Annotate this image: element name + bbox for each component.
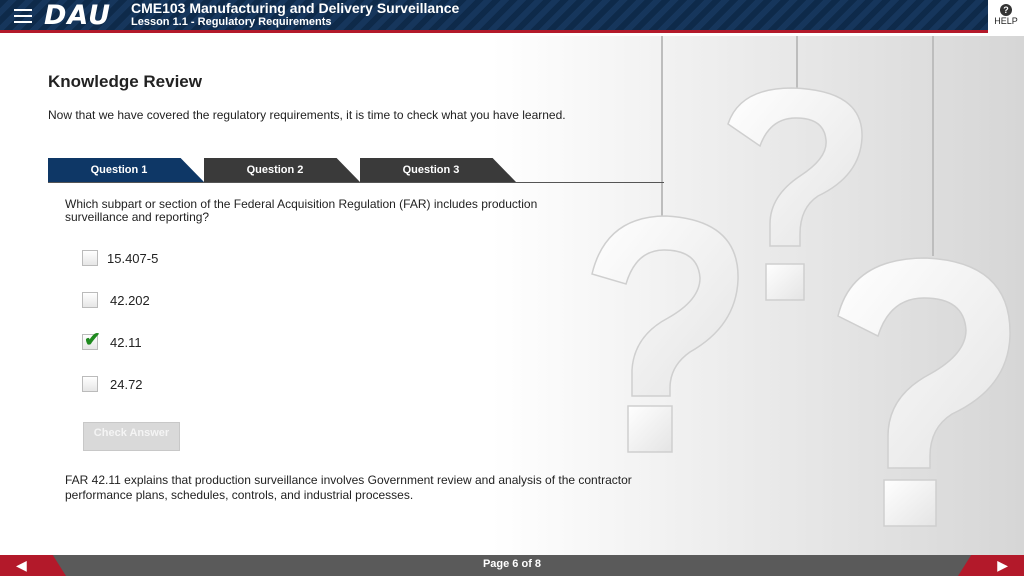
tab-question-3[interactable]: Question 3 [360, 158, 516, 182]
help-button[interactable]: ? HELP [988, 0, 1024, 33]
navigation-footer: ◀ Page 6 of 8 ▶ [0, 555, 1024, 576]
checkbox-checked[interactable]: ✔ [82, 329, 101, 351]
page-indicator: Page 6 of 8 [482, 558, 542, 570]
page-title: Knowledge Review [48, 72, 202, 91]
question-mark-shape [727, 87, 863, 301]
option-label: 15.407-5 [107, 251, 159, 266]
question-text: Which subpart or section of the Federal … [65, 197, 538, 224]
checkbox[interactable] [82, 292, 98, 308]
help-label: HELP [994, 16, 1018, 26]
option-label: 24.72 [110, 377, 143, 392]
option-label: 42.11 [110, 335, 142, 350]
hamburger-menu-icon[interactable] [14, 9, 32, 24]
question-mark-shape [837, 257, 1011, 527]
arrow-right-icon: ▶ [997, 557, 1008, 573]
question-mark-shape [591, 215, 739, 453]
tab-question-2[interactable]: Question 2 [204, 158, 360, 182]
feedback-text: FAR 42.11 explains that production surve… [65, 473, 632, 502]
lesson-title: Lesson 1.1 - Regulatory Requirements [131, 16, 332, 28]
tab-question-1[interactable]: Question 1 [48, 158, 204, 182]
question-circle-icon: ? [1000, 4, 1012, 16]
checkbox[interactable] [82, 376, 98, 392]
check-answer-button[interactable]: Check Answer [83, 422, 180, 451]
course-header: DAU CME103 Manufacturing and Delivery Su… [0, 0, 1024, 33]
checkmark-icon: ✔ [84, 329, 101, 351]
dau-logo: DAU [44, 0, 112, 31]
course-title: CME103 Manufacturing and Delivery Survei… [131, 0, 460, 16]
option-label: 42.202 [110, 293, 150, 308]
question-tabs: Question 1 Question 2 Question 3 [48, 158, 664, 183]
intro-text: Now that we have covered the regulatory … [48, 108, 566, 122]
checkbox[interactable] [82, 250, 98, 266]
